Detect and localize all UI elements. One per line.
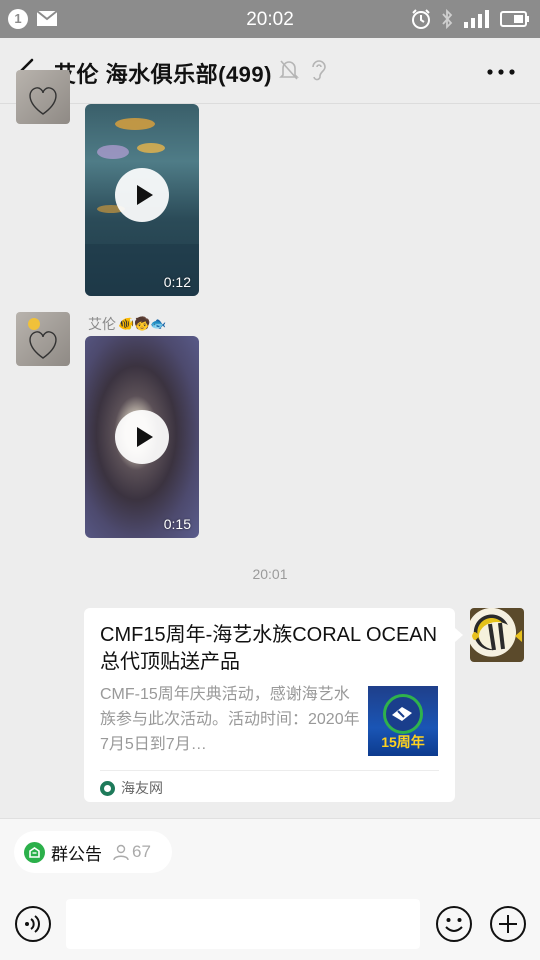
announcement-icon (24, 841, 45, 863)
message-timestamp: 20:01 (252, 566, 288, 582)
link-description: CMF-15周年庆典活动，感谢海艺水族参与此次活动。活动时间：2020年7月5日… (100, 686, 360, 753)
video-message[interactable]: 0:15 (85, 336, 199, 538)
link-source-name: 海友网 (121, 780, 163, 796)
status-icons (410, 8, 530, 30)
member-count: 67 (112, 842, 151, 862)
sender-avatar[interactable] (16, 70, 70, 124)
heart-doodle-icon (28, 318, 57, 359)
sender-name: 艾伦 🐠🧒🐟 (88, 314, 167, 334)
play-button[interactable] (115, 410, 169, 464)
plus-icon[interactable] (489, 905, 527, 943)
announcement-label: 群公告 (51, 844, 102, 864)
thumbnail-text: 15周年 (381, 734, 425, 750)
shared-link-card[interactable]: CMF15周年-海艺水族CORAL OCEAN总代顶贴送产品 CMF-15周年庆… (84, 608, 463, 802)
video-duration: 0:15 (163, 516, 191, 532)
signal-4g-icon (464, 10, 489, 28)
sender-avatar[interactable] (16, 312, 70, 366)
butterflyfish-icon (472, 622, 522, 651)
chat-status-icons (278, 58, 328, 82)
chat-title: 艾伦 海水俱乐部(499) (54, 62, 272, 87)
voice-icon[interactable] (14, 905, 52, 943)
fish-logo-icon (392, 707, 412, 721)
video-duration: 0:12 (163, 274, 191, 290)
member-count-value: 67 (132, 842, 151, 861)
earpiece-icon (312, 60, 326, 81)
link-thumbnail: 15周年 (368, 686, 438, 756)
play-button[interactable] (115, 168, 169, 222)
heart-doodle-icon (29, 87, 57, 115)
battery-icon (500, 11, 529, 27)
group-announcement-button[interactable]: 群公告 67 (14, 831, 172, 873)
my-avatar[interactable] (470, 608, 524, 662)
message-input[interactable] (66, 899, 420, 949)
link-divider (100, 770, 439, 771)
chat-input-area: 群公告 67 (0, 818, 540, 960)
link-title: CMF15周年-海艺水族CORAL OCEAN总代顶贴送产品 (100, 624, 438, 673)
sender-name-text: 艾伦 (88, 316, 116, 332)
status-bar: 1 20:02 (0, 0, 540, 38)
chat-header: 艾伦 海水俱乐部(499) (0, 38, 540, 104)
more-icon[interactable] (486, 62, 516, 82)
alarm-icon (412, 9, 430, 29)
mute-bell-icon (279, 60, 299, 80)
video-message[interactable]: 0:12 (85, 104, 199, 296)
link-source: 海友网 (100, 778, 163, 798)
person-icon (113, 844, 129, 861)
emoji-icon[interactable] (435, 905, 473, 943)
source-logo-icon (100, 780, 115, 796)
thumbnail-logo (383, 694, 423, 734)
bluetooth-icon (442, 8, 453, 30)
sender-emoji-icons: 🐠🧒🐟 (118, 316, 167, 331)
